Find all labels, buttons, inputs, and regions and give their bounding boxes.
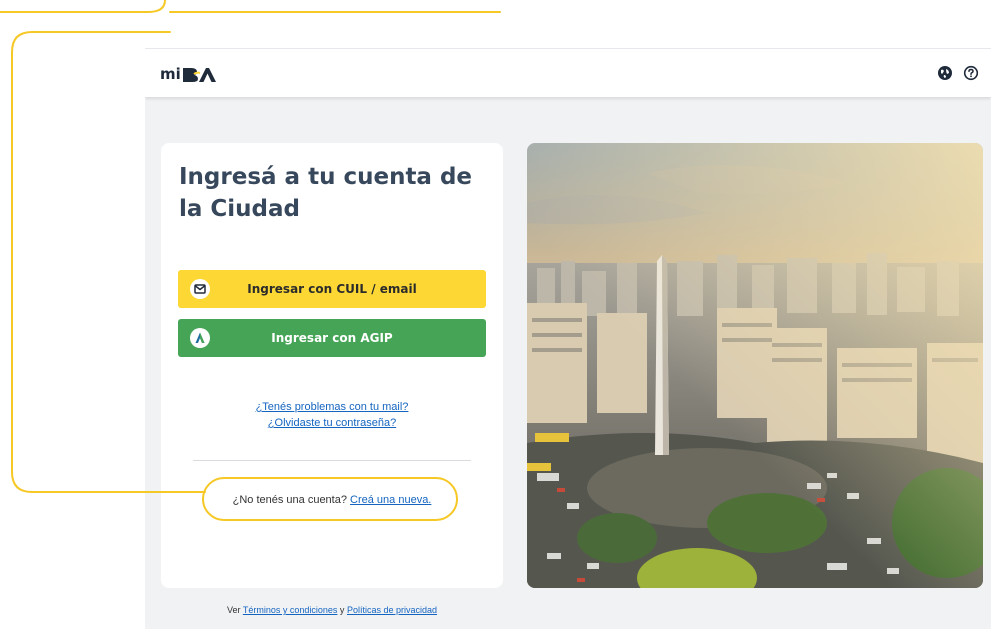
mi-ba-logo[interactable]: mi	[160, 65, 216, 85]
agip-logo-icon	[190, 328, 210, 348]
mi-ba-login-page: mi Ingresá a tu cuenta de la Ciudad Ingr…	[145, 48, 991, 629]
logo-mi-text: mi	[160, 65, 181, 83]
mail-icon	[190, 279, 210, 299]
footer: Ver Términos y condiciones y Políticas d…	[161, 605, 503, 615]
signup-prompt-text: ¿No tenés una cuenta?	[232, 494, 347, 506]
cuil-email-login-label: Ingresar con CUIL / email	[247, 282, 417, 296]
login-card: Ingresá a tu cuenta de la Ciudad Ingresa…	[161, 143, 503, 588]
agip-login-label: Ingresar con AGIP	[271, 331, 393, 345]
help-links: ¿Tenés problemas con tu mail? ¿Olvidaste…	[161, 399, 503, 431]
cuil-email-login-button[interactable]: Ingresar con CUIL / email	[178, 270, 486, 308]
create-account-link[interactable]: Creá una nueva.	[350, 494, 431, 506]
mail-problem-link[interactable]: ¿Tenés problemas con tu mail?	[256, 399, 409, 415]
agip-login-button[interactable]: Ingresar con AGIP	[178, 319, 486, 357]
signup-prompt: ¿No tenés una cuenta? Creá una nueva.	[161, 492, 503, 508]
terms-link[interactable]: Términos y condiciones	[243, 605, 338, 615]
ba-logo-icon	[182, 68, 216, 82]
forgot-password-link[interactable]: ¿Olvidaste tu contraseña?	[268, 415, 396, 431]
footer-conjunction: y	[339, 605, 345, 615]
footer-prefix: Ver	[227, 605, 241, 615]
top-bar: mi	[145, 48, 991, 97]
globe-icon[interactable]	[937, 65, 953, 81]
buenos-aires-obelisk-photo	[527, 143, 983, 588]
help-icon[interactable]	[963, 65, 979, 81]
divider	[193, 460, 471, 461]
page-title: Ingresá a tu cuenta de la Ciudad	[179, 164, 473, 222]
privacy-link[interactable]: Políticas de privacidad	[347, 605, 437, 615]
top-icons	[937, 65, 979, 81]
